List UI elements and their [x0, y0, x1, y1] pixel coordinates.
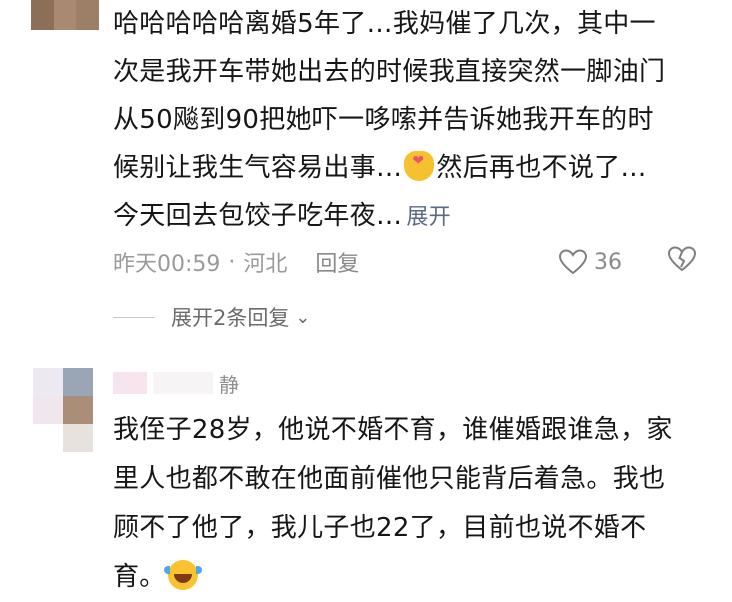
comment-line: 里人也都不敢在他面前催他只能背后着急。我也	[113, 464, 666, 494]
finger-heart-emoji	[404, 137, 435, 185]
username: 静	[219, 372, 239, 397]
comment-line: 次是我开车带她出去的时候我直接突然一脚油门	[113, 57, 666, 87]
reply-comment-body: 我侄子28岁，他说不婚不育，谁催婚跟谁急，家 里人也都不敢在他面前催他只能背后着…	[113, 406, 713, 602]
comment-line: 今天回去包饺子吃年夜… 展开	[113, 192, 713, 242]
expand-comment-link[interactable]: 展开	[406, 205, 451, 230]
reply-avatar[interactable]	[33, 368, 93, 452]
expand-replies-label: 展开2条回复	[171, 306, 290, 330]
username-blur	[153, 372, 213, 394]
comment-line-part: 然后再也不说了…	[436, 153, 647, 183]
comment-line: 哈哈哈哈哈离婚5年了…我妈催了几次，其中一	[113, 9, 656, 39]
dislike-button[interactable]	[667, 245, 697, 279]
comment-line: 育。	[113, 553, 713, 602]
commenter-avatar[interactable]	[31, 0, 99, 30]
expand-replies-button[interactable]: 展开2条回复 ⌄	[113, 300, 310, 334]
comment-time: 昨天00:59	[113, 252, 221, 277]
reply-username-row[interactable]: 静	[113, 368, 239, 398]
reply-button[interactable]: 回复	[315, 246, 359, 278]
broken-heart-icon	[667, 246, 697, 272]
like-count: 36	[594, 249, 622, 275]
comment-meta: 昨天00:59 · 河北 回复 36	[113, 244, 713, 280]
username-blur	[113, 372, 147, 394]
comment-line: 顾不了他了，我儿子也22了，目前也说不婚不	[113, 513, 647, 543]
comment-line-part: 候别让我生气容易出事…	[113, 153, 403, 183]
comment-location: 河北	[243, 252, 288, 277]
comment-line-part: 今天回去包饺子吃年夜…	[113, 201, 403, 231]
divider-line	[113, 316, 155, 318]
laughing-crying-emoji	[163, 560, 202, 590]
meta-separator: ·	[228, 249, 236, 275]
heart-outline-icon	[558, 249, 588, 275]
comment-body: 哈哈哈哈哈离婚5年了…我妈催了几次，其中一 次是我开车带她出去的时候我直接突然一…	[113, 0, 713, 242]
comment-line-part: 育。	[113, 562, 166, 592]
comment-line: 候别让我生气容易出事… 然后再也不说了…	[113, 137, 713, 192]
like-button[interactable]: 36	[558, 248, 622, 276]
chevron-down-icon: ⌄	[295, 306, 311, 328]
comment-line: 我侄子28岁，他说不婚不育，谁催婚跟谁急，家	[113, 415, 673, 445]
